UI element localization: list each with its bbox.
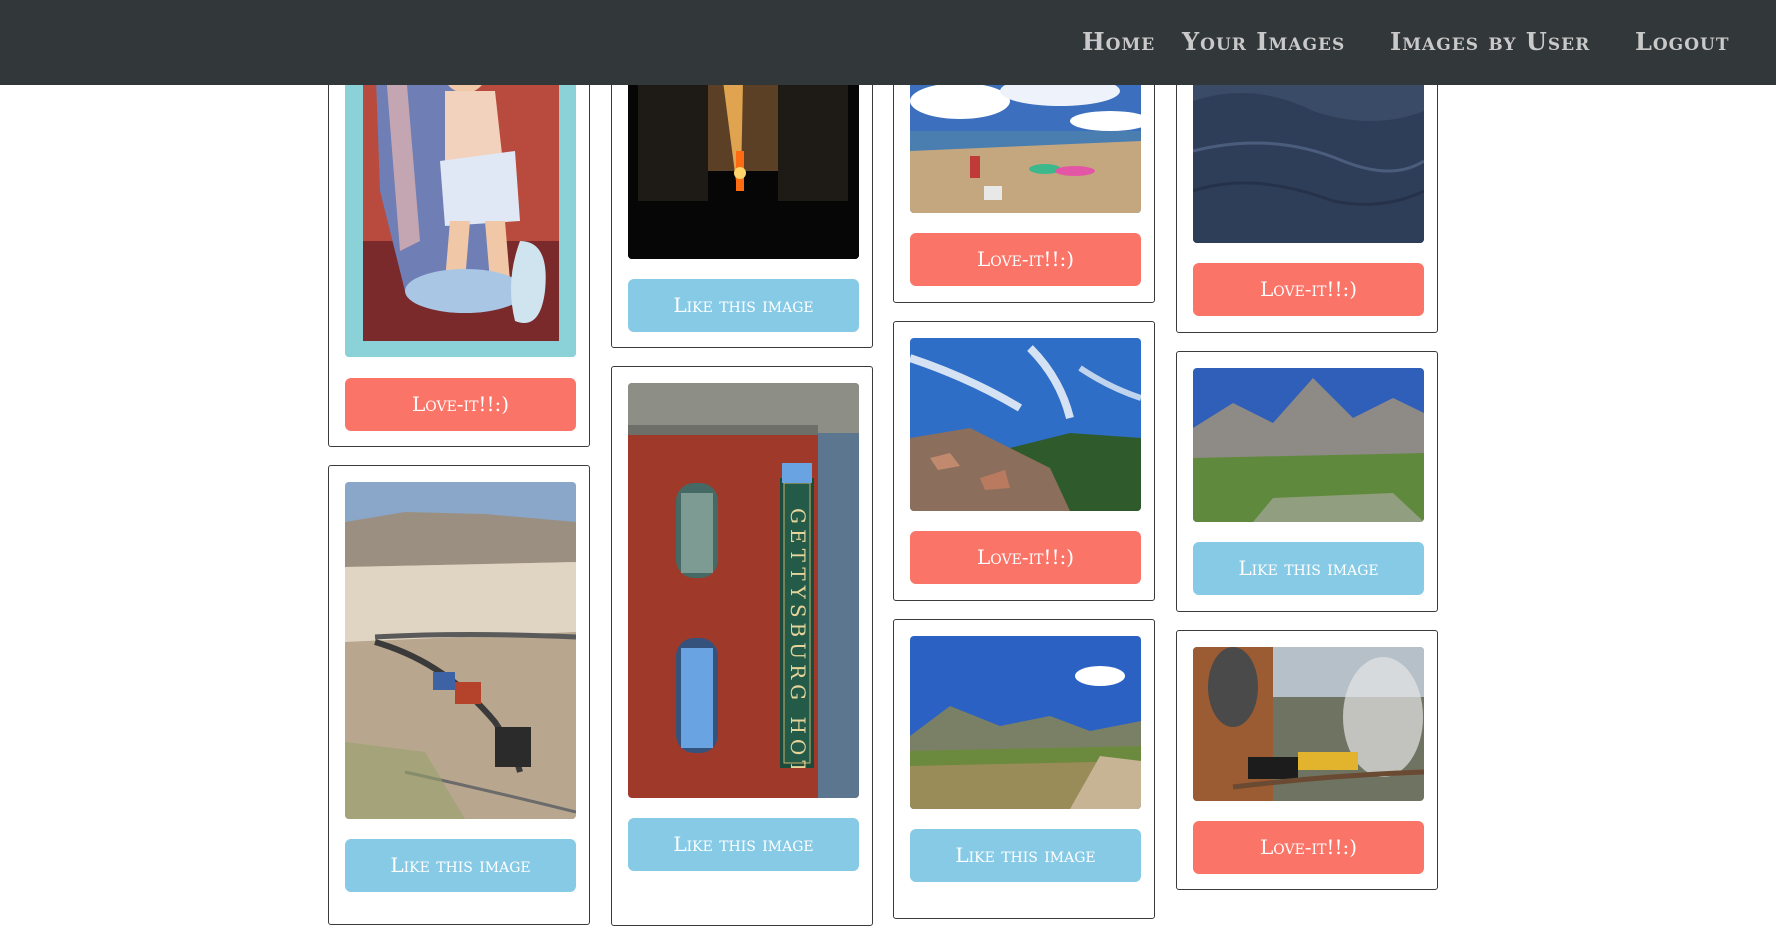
love-it-button[interactable]: Love-it!!:) — [1193, 263, 1424, 316]
alpine-valley-image[interactable] — [1193, 368, 1424, 522]
image-card: Love-it!!:) — [328, 40, 590, 447]
like-image-button[interactable]: Like this image — [628, 818, 859, 871]
love-it-button[interactable]: Love-it!!:) — [1193, 821, 1424, 874]
rocky-mountain-image[interactable] — [910, 338, 1141, 511]
nav-logout-link[interactable]: Logout — [1635, 24, 1730, 60]
love-it-button[interactable]: Love-it!!:) — [345, 378, 576, 431]
like-image-button[interactable]: Like this image — [910, 829, 1141, 882]
nav-home-link[interactable]: Home — [1082, 24, 1155, 60]
top-navbar: Home Your Images Images by User Logout — [0, 0, 1776, 85]
like-image-button[interactable]: Like this image — [1193, 542, 1424, 595]
steam-train-image[interactable] — [1193, 647, 1424, 801]
love-it-button[interactable]: Love-it!!:) — [910, 233, 1141, 286]
nav-your-images-link[interactable]: Your Images — [1182, 24, 1345, 60]
image-card: Like this image — [1176, 351, 1438, 612]
image-card: GETTYSBURG HOTEL Like this image — [611, 366, 873, 926]
image-card: Like this image — [611, 40, 873, 348]
mountain-road-image[interactable] — [910, 636, 1141, 809]
gettysburg-hotel-image[interactable]: GETTYSBURG HOTEL — [628, 383, 859, 798]
train-desert-image[interactable] — [345, 482, 576, 819]
nav-images-by-user-link[interactable]: Images by User — [1390, 24, 1590, 60]
image-card: Like this image — [893, 619, 1155, 919]
image-card: Love-it!!:) — [1176, 630, 1438, 890]
love-it-button[interactable]: Love-it!!:) — [910, 531, 1141, 584]
image-card: Like this image — [328, 465, 590, 925]
like-image-button[interactable]: Like this image — [345, 839, 576, 892]
like-image-button[interactable]: Like this image — [628, 279, 859, 332]
image-card: Love-it!!:) — [893, 321, 1155, 601]
hotel-sign-text: GETTYSBURG HOTEL — [786, 508, 810, 768]
painting-bath-image[interactable] — [345, 41, 576, 357]
